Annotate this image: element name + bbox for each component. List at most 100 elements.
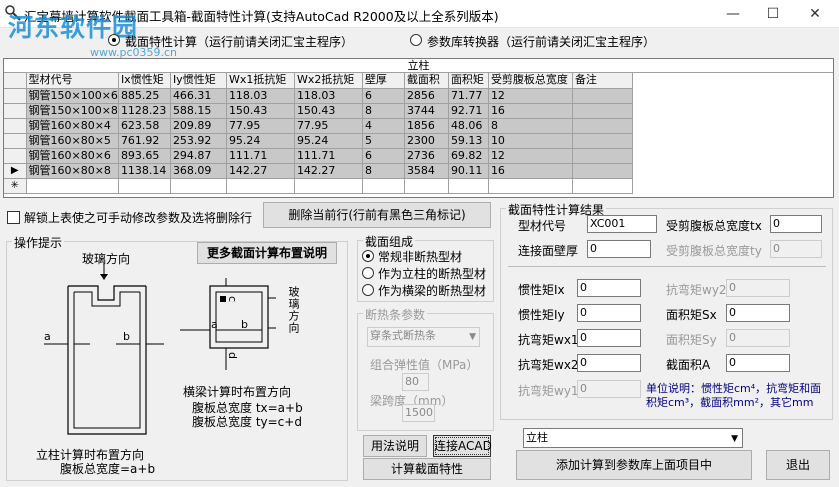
table-cell[interactable]: 1138.14 (118, 163, 171, 179)
column-header[interactable]: 受剪腹板总宽度 (488, 73, 573, 89)
table-row[interactable]: 钢管160×80×5 761.92 253.92 95.24 95.24 5 2300 59.… (4, 133, 633, 149)
wy2-input[interactable]: 0 (726, 279, 790, 297)
table-cell[interactable]: 588.15 (170, 103, 227, 119)
table-cell[interactable]: 893.65 (118, 148, 171, 164)
table-cell[interactable]: 466.31 (170, 88, 227, 104)
table-row[interactable]: 钢管150×100×6 885.25 466.31 118.03 118.03 6 2856… (4, 88, 633, 104)
iy-input[interactable]: 0 (577, 304, 641, 322)
area-input[interactable]: 0 (726, 354, 790, 372)
add-to-library-button[interactable]: 添加计算到参数库上面项目中 (516, 450, 752, 480)
composition-beam-thermal-radio[interactable] (362, 284, 374, 296)
current-row-marker[interactable]: ▶ (4, 163, 27, 179)
table-row[interactable]: 钢管160×80×4 623.58 209.89 77.95 77.95 4 1856 48.… (4, 118, 633, 134)
table-cell[interactable]: 77.95 (226, 118, 295, 134)
table-cell[interactable]: 59.13 (448, 133, 489, 149)
table-cell[interactable]: 294.87 (170, 148, 227, 164)
table-cell[interactable] (488, 178, 573, 194)
row-indicator[interactable] (4, 118, 27, 134)
elastic-input[interactable]: 80 (402, 373, 429, 391)
table-cell[interactable]: 钢管150×100×8 (26, 103, 119, 119)
more-layout-button[interactable]: 更多截面计算布置说明 (197, 242, 337, 264)
new-row[interactable]: ✳ (4, 178, 633, 194)
table-cell[interactable]: 8 (488, 118, 573, 134)
table-cell[interactable] (572, 88, 633, 104)
table-cell[interactable]: 1128.23 (118, 103, 171, 119)
table-row[interactable]: ▶ 钢管160×80×8 1138.14 368.09 142.27 142.27 8 358… (4, 163, 633, 179)
table-cell[interactable]: 10 (488, 133, 573, 149)
table-cell[interactable]: 69.82 (448, 148, 489, 164)
column-header[interactable]: 备注 (572, 73, 633, 89)
table-cell[interactable]: 6 (362, 148, 405, 164)
sy-input[interactable]: 0 (726, 329, 790, 347)
composition-column-thermal-radio[interactable] (362, 267, 374, 279)
column-header[interactable]: 截面积 (404, 73, 449, 89)
table-cell[interactable]: 1856 (404, 118, 449, 134)
shear-ty-input[interactable]: 0 (770, 240, 822, 258)
mode-section-calc-label[interactable]: 截面特性计算（运行前请关闭汇宝主程序） (125, 33, 353, 50)
table-cell[interactable]: 95.24 (226, 133, 295, 149)
wall-input[interactable]: 0 (587, 240, 651, 258)
table-cell[interactable] (572, 103, 633, 119)
usage-button[interactable]: 用法说明 (363, 435, 427, 457)
column-header[interactable]: Iy惯性矩 (170, 73, 227, 89)
unlock-table-label[interactable]: 解锁上表使之可手动修改参数及选将删除行 (24, 209, 252, 226)
table-cell[interactable]: 16 (488, 103, 573, 119)
table-cell[interactable]: 12 (488, 148, 573, 164)
row-indicator[interactable] (4, 88, 27, 104)
column-header[interactable]: 壁厚 (362, 73, 405, 89)
composition-column-thermal-label[interactable]: 作为立柱的断热型材 (378, 265, 486, 282)
ix-input[interactable]: 0 (577, 279, 641, 297)
thermal-type-select[interactable]: 穿条式断热条 ▼ (367, 327, 480, 347)
column-header[interactable]: 面积矩 (448, 73, 489, 89)
table-cell[interactable] (572, 163, 633, 179)
wx1-input[interactable]: 0 (577, 329, 641, 347)
wy1-input[interactable]: 0 (577, 380, 641, 398)
table-cell[interactable]: 12 (488, 88, 573, 104)
table-cell[interactable] (572, 148, 633, 164)
sx-input[interactable]: 0 (726, 304, 790, 322)
table-cell[interactable]: 2856 (404, 88, 449, 104)
connect-acad-button[interactable]: 连接ACAD (433, 435, 492, 457)
column-header[interactable]: Ix惯性矩 (118, 73, 171, 89)
table-cell[interactable]: 118.03 (226, 88, 295, 104)
table-cell[interactable]: 钢管160×80×6 (26, 148, 119, 164)
table-cell[interactable]: 95.24 (294, 133, 363, 149)
table-cell[interactable]: 钢管160×80×5 (26, 133, 119, 149)
new-row-marker[interactable]: ✳ (4, 178, 27, 194)
table-cell[interactable] (170, 178, 227, 194)
table-cell[interactable]: 2300 (404, 133, 449, 149)
table-cell[interactable]: 150.43 (226, 103, 295, 119)
table-cell[interactable]: 885.25 (118, 88, 171, 104)
table-cell[interactable]: 150.43 (294, 103, 363, 119)
table-cell[interactable]: 623.58 (118, 118, 171, 134)
table-cell[interactable]: 253.92 (170, 133, 227, 149)
close-button[interactable]: ✕ (794, 2, 836, 26)
table-cell[interactable] (118, 178, 171, 194)
table-cell[interactable]: 钢管160×80×8 (26, 163, 119, 179)
composition-beam-thermal-label[interactable]: 作为横梁的断热型材 (378, 282, 486, 299)
maximize-button[interactable]: ☐ (752, 2, 794, 26)
table-cell[interactable] (362, 178, 405, 194)
table-cell[interactable]: 8 (362, 163, 405, 179)
composition-regular-radio[interactable] (362, 250, 374, 262)
row-indicator[interactable] (4, 148, 27, 164)
table-cell[interactable]: 90.11 (448, 163, 489, 179)
table-cell[interactable]: 71.77 (448, 88, 489, 104)
delete-row-button[interactable]: 删除当前行(行前有黑色三角标记) (263, 202, 491, 228)
parameter-table[interactable]: 立柱 型材代号 Ix惯性矩 Iy惯性矩 Wx1抵抗矩 Wx2抵抗矩 壁厚 截面积… (3, 58, 834, 198)
table-cell[interactable]: 8 (362, 103, 405, 119)
table-cell[interactable]: 3744 (404, 103, 449, 119)
row-indicator[interactable] (4, 103, 27, 119)
mode-converter-radio[interactable] (410, 34, 422, 46)
table-cell[interactable]: 6 (362, 88, 405, 104)
table-cell[interactable]: 5 (362, 133, 405, 149)
table-cell[interactable]: 3584 (404, 163, 449, 179)
table-cell[interactable]: 77.95 (294, 118, 363, 134)
table-row[interactable]: 钢管150×100×8 1128.23 588.15 150.43 150.43 8 374… (4, 103, 633, 119)
shear-tx-input[interactable]: 0 (770, 215, 822, 233)
table-cell[interactable]: 2736 (404, 148, 449, 164)
table-cell[interactable] (572, 133, 633, 149)
table-grid[interactable]: 型材代号 Ix惯性矩 Iy惯性矩 Wx1抵抗矩 Wx2抵抗矩 壁厚 截面积 面积… (4, 73, 633, 194)
mode-converter-label[interactable]: 参数库转换器（运行前请关闭汇宝主程序） (427, 33, 655, 50)
column-header[interactable]: 型材代号 (26, 73, 119, 89)
